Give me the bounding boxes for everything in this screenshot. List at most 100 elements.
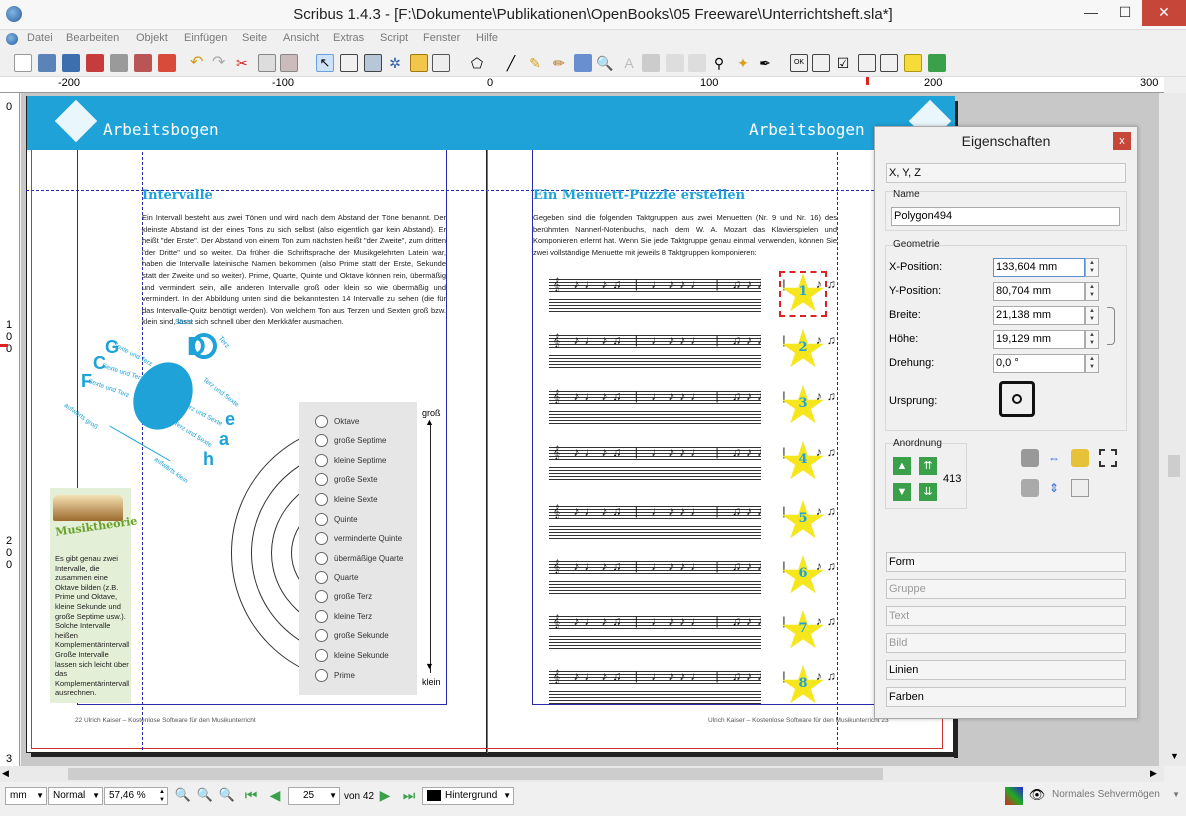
rotation-field[interactable]: 0,0 ° — [993, 354, 1085, 373]
section-colors[interactable]: Farben — [886, 687, 1126, 707]
save-icon[interactable] — [62, 54, 80, 72]
paste-icon[interactable] — [280, 54, 298, 72]
puzzle-star[interactable]: 4 — [781, 441, 825, 483]
interval-item[interactable]: kleine Terz — [315, 610, 372, 624]
chain-link-icon[interactable] — [1107, 307, 1115, 345]
puzzle-star[interactable]: 2 — [781, 329, 825, 371]
next-page-icon[interactable]: ▶ — [376, 787, 394, 805]
interval-item[interactable]: kleine Sexte — [315, 493, 378, 507]
menu-hilfe[interactable]: Hilfe — [476, 32, 498, 44]
maximize-button[interactable]: ☐ — [1108, 0, 1142, 26]
radio-icon[interactable] — [315, 649, 328, 663]
menu-script[interactable]: Script — [380, 32, 408, 44]
bezier-icon[interactable]: ✎ — [526, 54, 544, 72]
flip-v-icon[interactable]: ⇕ — [1045, 479, 1063, 497]
polygon-icon[interactable]: ⬠ — [468, 54, 486, 72]
raise-icon[interactable]: ▲ — [893, 457, 911, 475]
vision-select[interactable]: Normales Sehvermögen ▼ — [1048, 787, 1182, 805]
radio-icon[interactable] — [315, 434, 328, 448]
zoom-icon[interactable]: 🔍 — [596, 54, 614, 72]
menu-seite[interactable]: Seite — [242, 32, 267, 44]
menu-ansicht[interactable]: Ansicht — [283, 32, 319, 44]
radio-icon[interactable] — [315, 571, 328, 585]
prev-page-icon[interactable]: ◀ — [266, 787, 284, 805]
interval-item[interactable]: kleine Sekunde — [315, 649, 389, 663]
zoom-field[interactable]: 57,46 % ▲ ▼ — [104, 787, 168, 805]
puzzle-star[interactable]: 5 — [781, 500, 825, 542]
edit-content-icon[interactable]: A — [620, 54, 638, 72]
redo-icon[interactable]: ↷ — [212, 54, 230, 72]
pdf-listbox-icon[interactable] — [880, 54, 898, 72]
interval-item[interactable]: große Sekunde — [315, 629, 389, 643]
radio-icon[interactable] — [315, 493, 328, 507]
measure-icon[interactable]: ⚲ — [710, 54, 728, 72]
menu-datei[interactable]: Datei — [27, 32, 53, 44]
pdf-annotation-icon[interactable] — [904, 54, 922, 72]
interval-item[interactable]: große Sexte — [315, 473, 378, 487]
layer-select[interactable]: Hintergrund ▼ — [422, 787, 514, 805]
puzzle-star[interactable]: 8 — [781, 665, 825, 707]
height-field[interactable]: 19,129 mm — [993, 330, 1085, 349]
image-frame-icon[interactable] — [364, 54, 382, 72]
eyedropper-icon[interactable]: ✒ — [756, 54, 774, 72]
section-text[interactable]: Text — [886, 606, 1126, 626]
first-page-icon[interactable]: ⏮ — [242, 787, 260, 805]
line-icon[interactable]: ╱ — [502, 54, 520, 72]
puzzle-star[interactable]: 3 — [781, 385, 825, 427]
interval-item[interactable]: Quarte — [315, 571, 358, 585]
origin-center-icon[interactable] — [1012, 394, 1022, 404]
radio-icon[interactable] — [315, 473, 328, 487]
radio-icon[interactable] — [315, 532, 328, 546]
lower-icon[interactable]: ▼ — [893, 483, 911, 501]
width-field[interactable]: 21,138 mm — [993, 306, 1085, 325]
section-group[interactable]: Gruppe — [886, 579, 1126, 599]
radio-icon[interactable] — [315, 610, 328, 624]
raise-top-icon[interactable]: ⇈ — [919, 457, 937, 475]
text-frame-icon[interactable] — [340, 54, 358, 72]
menu-extras[interactable]: Extras — [333, 32, 364, 44]
pdf-combobox-icon[interactable] — [858, 54, 876, 72]
pdf-export-icon[interactable] — [158, 54, 176, 72]
unit-select[interactable]: mm ▼ — [5, 787, 47, 805]
x-spinner[interactable]: ▲ ▼ — [1085, 258, 1099, 277]
radio-icon[interactable] — [315, 629, 328, 643]
name-field[interactable]: Polygon494 — [891, 207, 1120, 226]
interval-item[interactable]: große Septime — [315, 434, 386, 448]
zoom-100-icon[interactable]: 🔍 — [196, 787, 214, 805]
new-document-icon[interactable] — [14, 54, 32, 72]
menu-bearbeiten[interactable]: Bearbeiten — [66, 32, 119, 44]
puzzle-star[interactable]: 6 — [781, 555, 825, 597]
menu-fenster[interactable]: Fenster — [423, 32, 460, 44]
puzzle-star[interactable]: 1 — [779, 271, 827, 317]
scroll-thumb[interactable] — [1168, 455, 1180, 477]
print-icon[interactable] — [110, 54, 128, 72]
interval-item[interactable]: große Terz — [315, 590, 372, 604]
radio-icon[interactable] — [315, 415, 328, 429]
minimize-button[interactable]: — — [1074, 0, 1108, 26]
bounding-box-icon[interactable] — [1099, 449, 1117, 467]
rotate-icon[interactable] — [574, 54, 592, 72]
lower-bottom-icon[interactable]: ⇊ — [919, 483, 937, 501]
shape-icon[interactable] — [432, 54, 450, 72]
lock-icon[interactable] — [1021, 449, 1039, 467]
scroll-right-icon[interactable]: ▶ — [1150, 768, 1157, 779]
radio-icon[interactable] — [315, 590, 328, 604]
interval-item[interactable]: Oktave — [315, 415, 359, 429]
pdf-textfield-icon[interactable] — [812, 54, 830, 72]
y-field[interactable]: 80,704 mm — [993, 282, 1085, 301]
copy-icon[interactable] — [258, 54, 276, 72]
interval-item[interactable]: übermäßige Quarte — [315, 552, 403, 566]
y-spinner[interactable]: ▲ ▼ — [1085, 282, 1099, 301]
pdf-link-icon[interactable] — [928, 54, 946, 72]
menu-objekt[interactable]: Objekt — [136, 32, 168, 44]
cut-icon[interactable]: ✂ — [236, 54, 254, 72]
pdf-button-icon[interactable]: OK — [790, 54, 808, 72]
print-toggle-icon[interactable] — [1071, 479, 1089, 497]
section-image[interactable]: Bild — [886, 633, 1126, 653]
close-doc-icon[interactable] — [86, 54, 104, 72]
edit-text-icon[interactable] — [642, 54, 660, 72]
scroll-down-icon[interactable]: ▼ — [1170, 751, 1179, 761]
page-select[interactable]: 25 ▼ — [288, 787, 340, 805]
interval-item[interactable]: verminderte Quinte — [315, 532, 402, 546]
close-button[interactable]: ✕ — [1142, 0, 1186, 26]
